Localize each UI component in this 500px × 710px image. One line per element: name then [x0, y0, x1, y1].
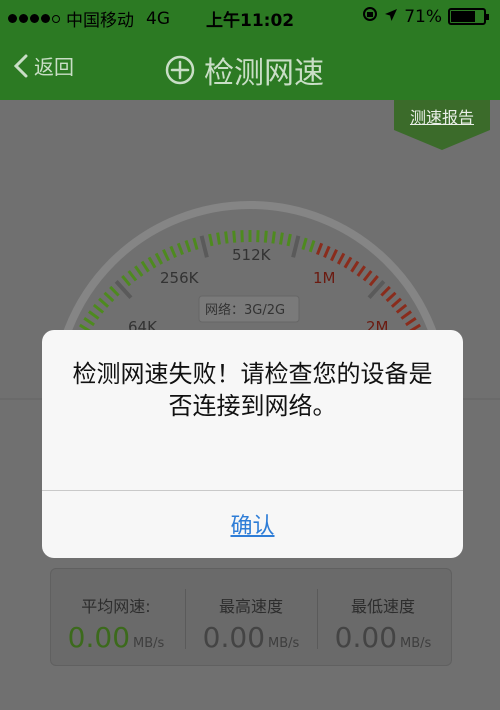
stats-panel: 平均网速: 0.00 MB/s 最高速度 0.00 MB/s 最低速度 0.00 MB…	[50, 568, 452, 666]
gauge-tick	[301, 237, 308, 251]
gauge-tick	[224, 231, 229, 244]
alert-message: 检测网速失败！请检查您的设备是否连接到网络。	[72, 360, 433, 420]
avg-speed-unit: MB/s	[133, 636, 165, 651]
speed-report-tag[interactable]: 测速报告	[394, 100, 490, 150]
max-speed-value: 0.00	[202, 621, 266, 654]
gauge-tick	[343, 256, 353, 269]
location-icon	[384, 7, 398, 27]
network-type-label: 网络：3G/2G	[205, 302, 285, 318]
avg-speed-stat: 平均网速: 0.00 MB/s	[51, 569, 181, 665]
status-bar: 中国移动 4G 上午11:02 71%	[0, 0, 500, 34]
gauge-tick	[350, 260, 360, 273]
gauge-label-1m: 1M	[313, 269, 336, 287]
gauge-tick	[140, 260, 150, 273]
back-button[interactable]: 返回	[14, 51, 74, 80]
rotation-lock-icon	[362, 6, 378, 27]
gauge-major-tick	[291, 235, 301, 258]
gauge-tick	[395, 303, 408, 314]
gauge-tick	[88, 310, 100, 320]
min-speed-stat: 最低速度 0.00 MB/s	[318, 569, 448, 665]
back-label: 返回	[34, 55, 74, 79]
gauge-tick	[162, 249, 170, 262]
gauge-tick	[103, 291, 115, 303]
gauge-tick	[362, 270, 373, 282]
gauge-tick	[315, 242, 324, 256]
gauge-tick	[323, 245, 331, 258]
gauge-tick	[368, 275, 379, 287]
gauge-tick	[279, 232, 284, 245]
gauge-tick	[330, 249, 338, 262]
gauge-tick	[336, 252, 346, 265]
gauge-major-tick	[199, 235, 209, 258]
error-alert-dialog: 检测网速失败！请检查您的设备是否连接到网络。 确认	[42, 330, 463, 558]
gauge-tick	[121, 275, 132, 287]
speed-report-label: 测速报告	[409, 108, 474, 127]
gauge-label-512k: 512K	[232, 246, 272, 264]
gauge-tick	[83, 316, 95, 327]
min-speed-value: 0.00	[334, 621, 398, 654]
gauge-tick	[380, 285, 391, 297]
gauge-tick	[169, 245, 177, 258]
min-speed-unit: MB/s	[400, 636, 432, 651]
gauge-tick	[134, 265, 144, 277]
carrier-name: 中国移动	[66, 11, 134, 31]
gauge-tick	[98, 297, 110, 308]
gauge-tick	[405, 316, 417, 327]
clock: 上午11:02	[206, 11, 295, 31]
network-type: 4G	[146, 8, 170, 29]
gauge-tick	[216, 232, 221, 245]
max-speed-unit: MB/s	[268, 636, 300, 651]
min-speed-label: 最低速度	[350, 597, 415, 616]
gauge-tick	[154, 252, 164, 265]
battery-icon	[448, 8, 489, 25]
gauge-tick	[184, 240, 192, 253]
gauge-tick	[176, 242, 185, 256]
avg-speed-label: 平均网速:	[81, 597, 151, 616]
gauge-tick	[390, 297, 402, 308]
battery-percent: 71%	[404, 6, 442, 27]
max-speed-label: 最高速度	[218, 597, 283, 616]
gauge-tick	[147, 256, 157, 269]
gauge-tick	[192, 237, 199, 251]
page-title: 检测网速	[164, 48, 324, 92]
gauge-tick	[109, 285, 120, 297]
max-speed-stat: 最高速度 0.00 MB/s	[186, 569, 316, 665]
signal-strength-icon	[8, 14, 60, 23]
gauge-tick	[263, 230, 268, 243]
chevron-left-icon	[14, 54, 28, 77]
gauge-tick	[400, 310, 412, 320]
avg-speed-value: 0.00	[67, 621, 131, 654]
confirm-button[interactable]: 确认	[42, 508, 463, 540]
gauge-label-256k: 256K	[160, 269, 200, 287]
gauge-tick	[308, 240, 316, 253]
gauge-tick	[127, 270, 138, 282]
nav-bar: 返回 检测网速	[0, 34, 500, 100]
gauge-tick	[286, 233, 292, 247]
gauge-tick	[232, 230, 237, 243]
gauge-tick	[92, 303, 105, 314]
gauge-tick	[271, 231, 276, 244]
gauge-tick	[356, 265, 366, 277]
gauge-tick	[208, 233, 214, 247]
alert-separator	[42, 490, 463, 491]
speed-test-icon	[165, 55, 195, 85]
gauge-tick	[385, 291, 397, 303]
